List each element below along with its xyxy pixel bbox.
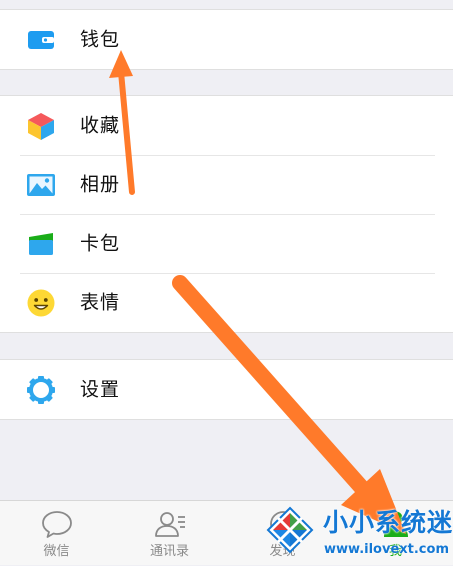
wallet-group: 钱包	[0, 9, 453, 70]
contacts-icon	[154, 512, 185, 537]
tab-chats-label: 微信	[43, 544, 70, 559]
menu-item-stickers-label: 表情	[80, 291, 121, 313]
menu-item-cards-label: 卡包	[80, 232, 121, 254]
menu-item-wallet[interactable]: 钱包	[0, 10, 453, 69]
settings-group: 设置	[0, 359, 453, 420]
menu-item-album[interactable]: 相册	[0, 155, 453, 214]
gear-icon	[27, 375, 55, 404]
tab-chats[interactable]: 微信	[0, 501, 113, 566]
tab-discover[interactable]: 发现	[226, 501, 339, 566]
menu-item-stickers[interactable]: 表情	[0, 273, 453, 332]
tab-discover-label: 发现	[269, 544, 296, 559]
cube-icon	[28, 112, 54, 140]
menu-item-album-label: 相册	[80, 173, 121, 195]
card-wallet-icon	[29, 232, 53, 255]
menu-item-settings[interactable]: 设置	[0, 360, 453, 419]
menu-item-cards[interactable]: 卡包	[0, 214, 453, 273]
bottom-tab-bar: 微信 通讯录 发现 我	[0, 500, 453, 565]
content-group: 收藏 相册 卡包 表情	[0, 95, 453, 333]
tab-me-label: 我	[388, 544, 402, 559]
tab-contacts-label: 通讯录	[149, 544, 189, 559]
photo-icon	[27, 173, 55, 196]
menu-item-wallet-label: 钱包	[80, 28, 121, 50]
profile-icon	[383, 511, 408, 537]
top-spacer	[0, 0, 453, 9]
menu-item-favorites[interactable]: 收藏	[0, 96, 453, 155]
wallet-icon	[28, 30, 54, 49]
menu-item-favorites-label: 收藏	[80, 114, 121, 136]
chat-bubble-icon	[41, 511, 72, 538]
tab-me[interactable]: 我	[339, 501, 452, 566]
menu-item-settings-label: 设置	[80, 378, 121, 400]
smiley-icon	[27, 289, 55, 316]
tab-contacts[interactable]: 通讯录	[113, 501, 226, 566]
me-tab-screen: 钱包 收藏 相册 卡包 表情 设置 微信 通讯录 发现 我 小小系统迷 www.…	[0, 0, 453, 565]
compass-icon	[269, 511, 296, 537]
